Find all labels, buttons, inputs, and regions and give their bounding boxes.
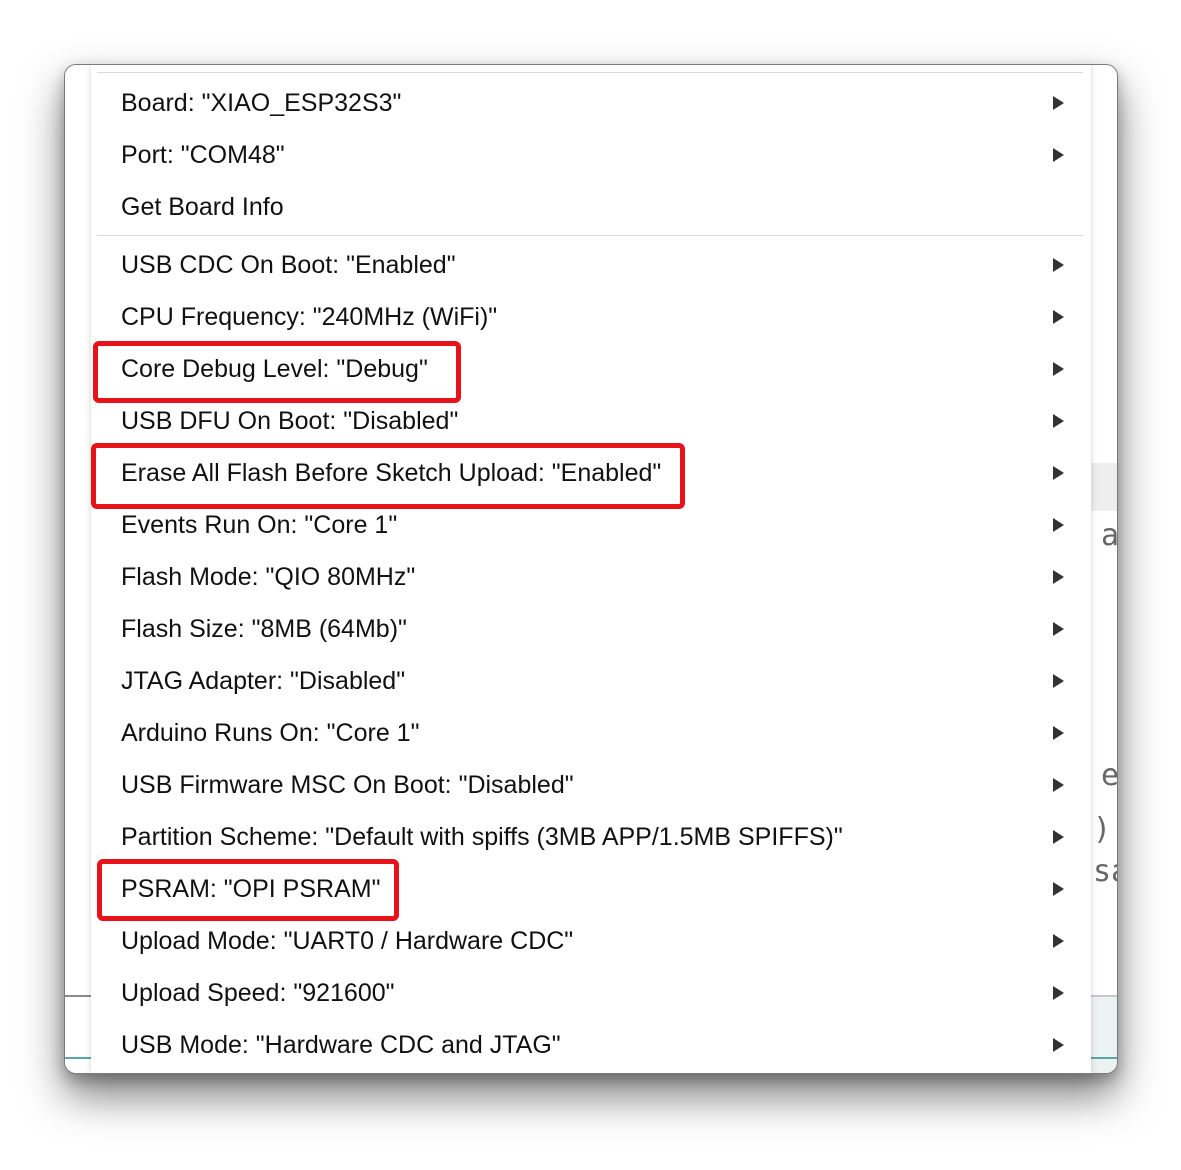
editor-text-fragment: sa [1093, 854, 1117, 889]
tools-menu: Board: "XIAO_ESP32S3" Port: "COM48" Get … [91, 65, 1091, 1073]
submenu-arrow-icon [1053, 830, 1064, 844]
submenu-arrow-icon [1053, 934, 1064, 948]
menu-item-get-board-info[interactable]: Get Board Info [91, 181, 1091, 233]
submenu-arrow-icon [1053, 96, 1064, 110]
submenu-arrow-icon [1053, 362, 1064, 376]
editor-highlight-band [1091, 463, 1117, 511]
menu-item-label: USB Firmware MSC On Boot: "Disabled" [121, 771, 574, 799]
menu-item-flash-mode[interactable]: Flash Mode: "QIO 80MHz" [91, 551, 1091, 603]
context-menu-window: a e ); sa Board: "XIAO_ESP32S3" Port: "C… [64, 64, 1118, 1074]
submenu-arrow-icon [1053, 882, 1064, 896]
menu-item-label: Board: "XIAO_ESP32S3" [121, 89, 402, 117]
menu-item-board[interactable]: Board: "XIAO_ESP32S3" [91, 77, 1091, 129]
editor-text-fragment: e [1101, 761, 1117, 791]
menu-item-label: PSRAM: "OPI PSRAM" [121, 875, 381, 903]
menu-item-usb-mode[interactable]: USB Mode: "Hardware CDC and JTAG" [91, 1019, 1091, 1071]
menu-item-erase-all-flash[interactable]: Erase All Flash Before Sketch Upload: "E… [91, 447, 1091, 499]
menu-item-events-run-on[interactable]: Events Run On: "Core 1" [91, 499, 1091, 551]
menu-separator [97, 235, 1083, 236]
menu-item-label: USB Mode: "Hardware CDC and JTAG" [121, 1031, 561, 1059]
menu-item-port[interactable]: Port: "COM48" [91, 129, 1091, 181]
submenu-arrow-icon [1053, 570, 1064, 584]
editor-right-edge: a e ); sa [1091, 65, 1117, 1073]
menu-item-jtag-adapter[interactable]: JTAG Adapter: "Disabled" [91, 655, 1091, 707]
editor-accent-line [65, 1057, 91, 1059]
menu-item-label: Partition Scheme: "Default with spiffs (… [121, 823, 843, 851]
submenu-arrow-icon [1053, 778, 1064, 792]
submenu-arrow-icon [1053, 258, 1064, 272]
menu-item-arduino-runs-on[interactable]: Arduino Runs On: "Core 1" [91, 707, 1091, 759]
menu-item-label: Get Board Info [121, 193, 284, 221]
editor-text-fragment: ); [1093, 812, 1117, 847]
submenu-arrow-icon [1053, 414, 1064, 428]
menu-item-label: JTAG Adapter: "Disabled" [121, 667, 406, 695]
menu-item-label: CPU Frequency: "240MHz (WiFi)" [121, 303, 498, 331]
menu-top-separator [97, 72, 1083, 73]
editor-text-fragment: a [1101, 521, 1117, 551]
menu-item-label: Flash Size: "8MB (64Mb)" [121, 615, 407, 643]
submenu-arrow-icon [1053, 622, 1064, 636]
editor-footer [1091, 995, 1117, 1073]
menu-item-upload-speed[interactable]: Upload Speed: "921600" [91, 967, 1091, 1019]
menu-item-label: Port: "COM48" [121, 141, 285, 169]
menu-item-label: Events Run On: "Core 1" [121, 511, 398, 539]
submenu-arrow-icon [1053, 674, 1064, 688]
editor-left-edge [65, 65, 91, 1073]
editor-divider [65, 995, 91, 997]
submenu-arrow-icon [1053, 466, 1064, 480]
menu-item-label: Upload Speed: "921600" [121, 979, 395, 1007]
menu-item-flash-size[interactable]: Flash Size: "8MB (64Mb)" [91, 603, 1091, 655]
menu-item-label: USB CDC On Boot: "Enabled" [121, 251, 456, 279]
menu-item-label: USB DFU On Boot: "Disabled" [121, 407, 459, 435]
menu-item-label: Flash Mode: "QIO 80MHz" [121, 563, 416, 591]
submenu-arrow-icon [1053, 518, 1064, 532]
submenu-arrow-icon [1053, 986, 1064, 1000]
menu-item-usb-cdc-on-boot[interactable]: USB CDC On Boot: "Enabled" [91, 239, 1091, 291]
menu-item-label: Erase All Flash Before Sketch Upload: "E… [121, 459, 662, 487]
menu-item-label: Arduino Runs On: "Core 1" [121, 719, 420, 747]
submenu-arrow-icon [1053, 310, 1064, 324]
menu-item-partition-scheme[interactable]: Partition Scheme: "Default with spiffs (… [91, 811, 1091, 863]
menu-item-core-debug-level[interactable]: Core Debug Level: "Debug" [91, 343, 1091, 395]
editor-accent-line [1091, 1057, 1117, 1059]
menu-item-label: Upload Mode: "UART0 / Hardware CDC" [121, 927, 574, 955]
menu-item-label: Core Debug Level: "Debug" [121, 355, 428, 383]
submenu-arrow-icon [1053, 1038, 1064, 1052]
submenu-arrow-icon [1053, 726, 1064, 740]
menu-item-cpu-frequency[interactable]: CPU Frequency: "240MHz (WiFi)" [91, 291, 1091, 343]
menu-item-usb-dfu-on-boot[interactable]: USB DFU On Boot: "Disabled" [91, 395, 1091, 447]
menu-item-usb-firmware-msc[interactable]: USB Firmware MSC On Boot: "Disabled" [91, 759, 1091, 811]
menu-item-upload-mode[interactable]: Upload Mode: "UART0 / Hardware CDC" [91, 915, 1091, 967]
submenu-arrow-icon [1053, 148, 1064, 162]
menu-item-psram[interactable]: PSRAM: "OPI PSRAM" [91, 863, 1091, 915]
